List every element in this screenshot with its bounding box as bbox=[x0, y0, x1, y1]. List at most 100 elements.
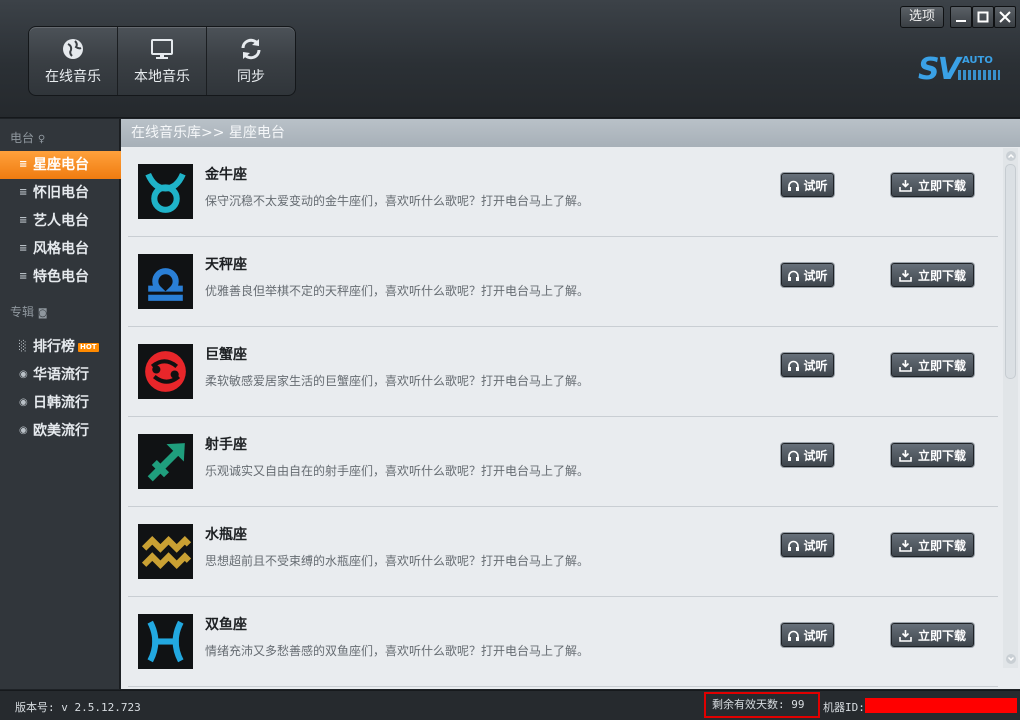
sagittarius-icon bbox=[147, 443, 185, 482]
download-label: 立即下载 bbox=[917, 178, 966, 193]
listen-button[interactable]: 试听 bbox=[781, 263, 834, 287]
machine-id-label: 机器ID: bbox=[823, 701, 865, 714]
sidebar-item-radio-0[interactable]: ≡ 星座电台 bbox=[0, 151, 128, 179]
cancer-icon bbox=[145, 351, 186, 392]
sidebar-item-label: 排行榜 bbox=[33, 339, 75, 355]
station-description: 保守沉稳不太爱变动的金牛座们，喜欢听什么歌呢？打开电台马上了解。 bbox=[205, 194, 590, 208]
station-description: 优雅善良但举棋不定的天秤座们，喜欢听什么歌呢？打开电台马上了解。 bbox=[205, 284, 590, 298]
sidebar-item-label: 欧美流行 bbox=[33, 423, 89, 439]
download-button[interactable]: 立即下载 bbox=[891, 353, 974, 377]
nav-local-music-button[interactable]: 本地音乐 bbox=[118, 27, 207, 95]
download-icon bbox=[899, 359, 912, 372]
sidebar-item-label: 怀旧电台 bbox=[33, 185, 89, 201]
sidebar-item-album-0[interactable]: ░ 排行榜 HOT bbox=[0, 333, 119, 361]
days-remaining-text: 剩余有效天数: 99 bbox=[704, 692, 820, 718]
station-thumbnail[interactable] bbox=[138, 434, 193, 489]
station-thumbnail[interactable] bbox=[138, 614, 193, 669]
listen-label: 试听 bbox=[803, 268, 828, 283]
headphones-icon bbox=[788, 630, 800, 641]
download-button[interactable]: 立即下载 bbox=[891, 533, 974, 557]
headphones-icon bbox=[788, 360, 800, 371]
globe-icon bbox=[63, 39, 83, 59]
sidebar-item-album-3[interactable]: ◉ 欧美流行 bbox=[0, 417, 119, 445]
sidebar-item-album-1[interactable]: ◉ 华语流行 bbox=[0, 361, 119, 389]
rss-icon: ≡ bbox=[19, 243, 28, 254]
download-button[interactable]: 立即下载 bbox=[891, 263, 974, 287]
download-icon bbox=[899, 539, 912, 552]
logo-subtext: AUTO bbox=[962, 55, 993, 66]
listen-button[interactable]: 试听 bbox=[781, 443, 834, 467]
sidebar-item-label: 风格电台 bbox=[33, 241, 89, 257]
headphones-icon bbox=[788, 450, 800, 461]
download-label: 立即下载 bbox=[917, 448, 966, 463]
pisces-icon bbox=[147, 620, 184, 663]
station-row: 巨蟹座柔软敏感爱居家生活的巨蟹座们，喜欢听什么歌呢？打开电台马上了解。 试听 立即下… bbox=[128, 327, 998, 417]
download-label: 立即下载 bbox=[917, 628, 966, 643]
download-icon bbox=[899, 269, 912, 282]
listen-button[interactable]: 试听 bbox=[781, 533, 834, 557]
scrollbar[interactable] bbox=[1003, 148, 1018, 668]
nav-online-music-button[interactable]: 在线音乐 bbox=[29, 27, 118, 95]
disc-icon: ◉ bbox=[19, 397, 28, 408]
station-title[interactable]: 天秤座 bbox=[205, 254, 247, 274]
sidebar-item-label: 日韩流行 bbox=[33, 395, 89, 411]
options-button[interactable]: 选项 bbox=[900, 6, 944, 28]
sidebar-item-radio-1[interactable]: ≡ 怀旧电台 bbox=[0, 179, 119, 207]
sidebar-section-radio-label: 电台 bbox=[10, 131, 35, 145]
station-title[interactable]: 水瓶座 bbox=[205, 524, 247, 544]
sidebar-item-radio-2[interactable]: ≡ 艺人电台 bbox=[0, 207, 119, 235]
station-description: 思想超前且不受束缚的水瓶座们，喜欢听什么歌呢？打开电台马上了解。 bbox=[205, 554, 590, 568]
rss-icon: ≡ bbox=[19, 215, 28, 226]
main-nav: 在线音乐 本地音乐 同步 bbox=[28, 26, 296, 96]
sidebar-item-label: 特色电台 bbox=[33, 269, 89, 285]
station-thumbnail[interactable] bbox=[138, 254, 193, 309]
taurus-icon bbox=[145, 172, 186, 213]
headphones-icon bbox=[788, 180, 800, 191]
station-title[interactable]: 巨蟹座 bbox=[205, 344, 247, 364]
download-button[interactable]: 立即下载 bbox=[891, 623, 974, 647]
headphones-icon bbox=[788, 540, 800, 551]
close-button[interactable] bbox=[994, 6, 1016, 28]
station-title[interactable]: 金牛座 bbox=[205, 164, 247, 184]
listen-button[interactable]: 试听 bbox=[781, 173, 834, 197]
album-icon: ◙ bbox=[37, 308, 48, 319]
download-icon bbox=[899, 449, 912, 462]
download-icon bbox=[899, 629, 912, 642]
station-title[interactable]: 双鱼座 bbox=[205, 614, 247, 634]
minimize-button[interactable] bbox=[950, 6, 972, 28]
status-bar: 版本号: v 2.5.12.723 剩余有效天数: 99 机器ID: bbox=[0, 690, 1020, 720]
station-row: 双鱼座 情绪充沛又多愁善感的双鱼座们，喜欢听什么歌呢？打开电台马上了解。 试听 立即下… bbox=[128, 597, 998, 687]
rss-icon: ≡ bbox=[19, 187, 28, 198]
station-row: 水瓶座思想超前且不受束缚的水瓶座们，喜欢听什么歌呢？打开电台马上了解。 试听 立即下… bbox=[128, 507, 998, 597]
listen-button[interactable]: 试听 bbox=[781, 623, 834, 647]
disc-icon: ◉ bbox=[19, 369, 28, 380]
station-title[interactable]: 射手座 bbox=[205, 434, 247, 454]
maximize-button[interactable] bbox=[972, 6, 994, 28]
libra-icon bbox=[148, 268, 183, 301]
download-button[interactable]: 立即下载 bbox=[891, 443, 974, 467]
scroll-up-button[interactable] bbox=[1003, 148, 1018, 163]
scroll-down-button[interactable] bbox=[1003, 651, 1018, 666]
listen-label: 试听 bbox=[803, 628, 828, 643]
station-row: 射手座 乐观诚实又自由自在的射手座们，喜欢听什么歌呢？打开电台马上了解。 试听 立即下… bbox=[128, 417, 998, 507]
station-description: 柔软敏感爱居家生活的巨蟹座们，喜欢听什么歌呢？打开电台马上了解。 bbox=[205, 374, 590, 388]
microphone-icon: ♀ bbox=[37, 134, 46, 145]
station-row: 天秤座优雅善良但举棋不定的天秤座们，喜欢听什么歌呢？打开电台马上了解。 试听 立即下… bbox=[128, 237, 998, 327]
station-thumbnail[interactable] bbox=[138, 524, 193, 579]
aquarius-icon bbox=[141, 535, 192, 570]
station-thumbnail[interactable] bbox=[138, 164, 193, 219]
scroll-thumb[interactable] bbox=[1005, 164, 1016, 379]
nav-online-music-label: 在线音乐 bbox=[45, 69, 101, 85]
logo-tagline-graphic bbox=[958, 70, 1000, 80]
download-button[interactable]: 立即下载 bbox=[891, 173, 974, 197]
listen-button[interactable]: 试听 bbox=[781, 353, 834, 377]
station-thumbnail[interactable] bbox=[138, 344, 193, 399]
app-header: 在线音乐 本地音乐 同步 选项 SV AUTO bbox=[0, 0, 1020, 118]
chevron-up-icon bbox=[1005, 150, 1016, 161]
sidebar-item-radio-4[interactable]: ≡ 特色电台 bbox=[0, 263, 119, 291]
sidebar-item-radio-3[interactable]: ≡ 风格电台 bbox=[0, 235, 119, 263]
nav-sync-button[interactable]: 同步 bbox=[207, 27, 295, 95]
maximize-icon bbox=[977, 11, 989, 23]
sidebar-item-album-2[interactable]: ◉ 日韩流行 bbox=[0, 389, 119, 417]
monitor-icon bbox=[151, 39, 173, 59]
